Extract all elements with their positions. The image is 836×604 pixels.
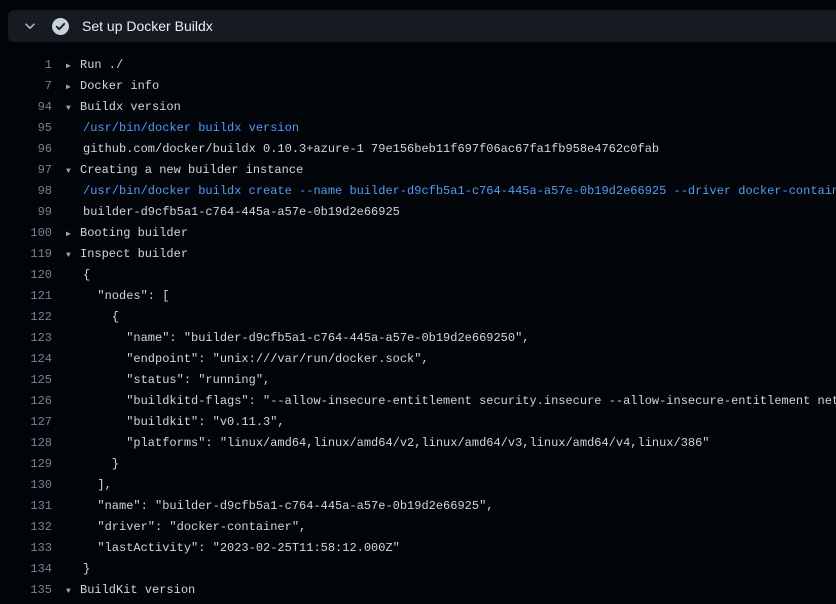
group-content: ▼Inspect builder	[66, 244, 188, 265]
command-text: /usr/bin/docker buildx version	[66, 118, 299, 139]
log-viewer: Set up Docker Buildx 1▶Run ./7▶Docker in…	[0, 0, 836, 604]
line-number[interactable]: 125	[0, 370, 52, 391]
group-content: ▶Booting builder	[66, 223, 188, 244]
line-number[interactable]: 122	[0, 307, 52, 328]
expanded-arrow-icon: ▼	[66, 98, 80, 119]
log-line: 134}	[0, 559, 836, 580]
output-text: "name": "builder-d9cfb5a1-c764-445a-a57e…	[66, 328, 529, 349]
log-group-line[interactable]: 94 ▼Buildx version	[0, 97, 836, 118]
expanded-arrow-icon: ▼	[66, 245, 80, 266]
log-lines-container: 1▶Run ./7▶Docker info94▼Buildx version95…	[0, 42, 836, 604]
output-text: }	[66, 559, 90, 580]
log-group-line[interactable]: 135 ▼BuildKit version	[0, 580, 836, 601]
line-number[interactable]: 126	[0, 391, 52, 412]
output-text: "buildkit": "v0.11.3",	[66, 412, 285, 433]
output-text: "status": "running",	[66, 370, 270, 391]
output-text: "lastActivity": "2023-02-25T11:58:12.000…	[66, 538, 400, 559]
line-number[interactable]: 95	[0, 118, 52, 139]
log-line: 132 "driver": "docker-container",	[0, 517, 836, 538]
collapse-step-button[interactable]	[21, 17, 39, 35]
log-line: 120 {	[0, 265, 836, 286]
output-text: {	[66, 307, 119, 328]
log-line: 123 "name": "builder-d9cfb5a1-c764-445a-…	[0, 328, 836, 349]
group-title: Booting builder	[80, 226, 188, 240]
log-group-line[interactable]: 100 ▶Booting builder	[0, 223, 836, 244]
group-title: Buildx version	[80, 100, 181, 114]
line-number[interactable]: 96	[0, 139, 52, 160]
expanded-arrow-icon: ▼	[66, 581, 80, 602]
collapsed-arrow-icon: ▶	[66, 77, 80, 98]
line-number[interactable]: 120	[0, 265, 52, 286]
check-circle-icon	[52, 18, 69, 35]
line-number[interactable]: 121	[0, 286, 52, 307]
line-number[interactable]: 99	[0, 202, 52, 223]
command-text: /usr/bin/docker buildx create --name bui…	[66, 181, 836, 202]
log-group-line[interactable]: 1 ▶Run ./	[0, 55, 836, 76]
log-line: 95/usr/bin/docker buildx version	[0, 118, 836, 139]
output-text: "nodes": [	[66, 286, 169, 307]
step-header[interactable]: Set up Docker Buildx	[8, 10, 836, 42]
group-title: Creating a new builder instance	[80, 163, 303, 177]
log-line: 129 }	[0, 454, 836, 475]
log-line: 98/usr/bin/docker buildx create --name b…	[0, 181, 836, 202]
line-number[interactable]: 123	[0, 328, 52, 349]
log-line: 96 github.com/docker/buildx 0.10.3+azure-…	[0, 139, 836, 160]
log-line: 133 "lastActivity": "2023-02-25T11:58:12…	[0, 538, 836, 559]
group-title: Run ./	[80, 58, 123, 72]
line-number[interactable]: 1	[0, 55, 52, 76]
group-content: ▼Creating a new builder instance	[66, 160, 303, 181]
log-line: 99 builder-d9cfb5a1-c764-445a-a57e-0b19d2…	[0, 202, 836, 223]
line-number[interactable]: 124	[0, 349, 52, 370]
group-title: Inspect builder	[80, 247, 188, 261]
collapsed-arrow-icon: ▶	[66, 224, 80, 245]
line-number[interactable]: 129	[0, 454, 52, 475]
log-line: 128 "platforms": "linux/amd64,linux/amd6…	[0, 433, 836, 454]
line-number[interactable]: 97	[0, 160, 52, 181]
log-line: 125 "status": "running",	[0, 370, 836, 391]
output-text: "name": "builder-d9cfb5a1-c764-445a-a57e…	[66, 496, 493, 517]
log-line: 131 "name": "builder-d9cfb5a1-c764-445a-…	[0, 496, 836, 517]
line-number[interactable]: 127	[0, 412, 52, 433]
group-content: ▼BuildKit version	[66, 580, 195, 601]
line-number[interactable]: 135	[0, 580, 52, 601]
log-group-line[interactable]: 119 ▼Inspect builder	[0, 244, 836, 265]
output-text: "endpoint": "unix:///var/run/docker.sock…	[66, 349, 429, 370]
line-number[interactable]: 133	[0, 538, 52, 559]
log-line: 126 "buildkitd-flags": "--allow-insecure…	[0, 391, 836, 412]
output-text: "buildkitd-flags": "--allow-insecure-ent…	[66, 391, 836, 412]
output-text: }	[66, 454, 119, 475]
log-line: 130 ],	[0, 475, 836, 496]
output-text: {	[66, 265, 90, 286]
group-title: BuildKit version	[80, 583, 195, 597]
output-text: "driver": "docker-container",	[66, 517, 306, 538]
step-title: Set up Docker Buildx	[82, 18, 213, 34]
line-number[interactable]: 128	[0, 433, 52, 454]
output-text: "platforms": "linux/amd64,linux/amd64/v2…	[66, 433, 710, 454]
chevron-down-icon	[23, 19, 37, 33]
line-number[interactable]: 130	[0, 475, 52, 496]
line-number[interactable]: 100	[0, 223, 52, 244]
output-text: builder-d9cfb5a1-c764-445a-a57e-0b19d2e6…	[66, 202, 400, 223]
log-line: 122 {	[0, 307, 836, 328]
log-line: 121 "nodes": [	[0, 286, 836, 307]
expanded-arrow-icon: ▼	[66, 161, 80, 182]
output-text: github.com/docker/buildx 0.10.3+azure-1 …	[66, 139, 659, 160]
line-number[interactable]: 132	[0, 517, 52, 538]
log-line: 124 "endpoint": "unix:///var/run/docker.…	[0, 349, 836, 370]
log-line: 127 "buildkit": "v0.11.3",	[0, 412, 836, 433]
line-number[interactable]: 98	[0, 181, 52, 202]
collapsed-arrow-icon: ▶	[66, 56, 80, 77]
group-content: ▶Run ./	[66, 55, 123, 76]
line-number[interactable]: 94	[0, 97, 52, 118]
line-number[interactable]: 131	[0, 496, 52, 517]
output-text: ],	[66, 475, 112, 496]
group-content: ▶Docker info	[66, 76, 159, 97]
group-content: ▼Buildx version	[66, 97, 181, 118]
line-number[interactable]: 7	[0, 76, 52, 97]
group-title: Docker info	[80, 79, 159, 93]
line-number[interactable]: 119	[0, 244, 52, 265]
log-group-line[interactable]: 7 ▶Docker info	[0, 76, 836, 97]
log-group-line[interactable]: 97 ▼Creating a new builder instance	[0, 160, 836, 181]
line-number[interactable]: 134	[0, 559, 52, 580]
